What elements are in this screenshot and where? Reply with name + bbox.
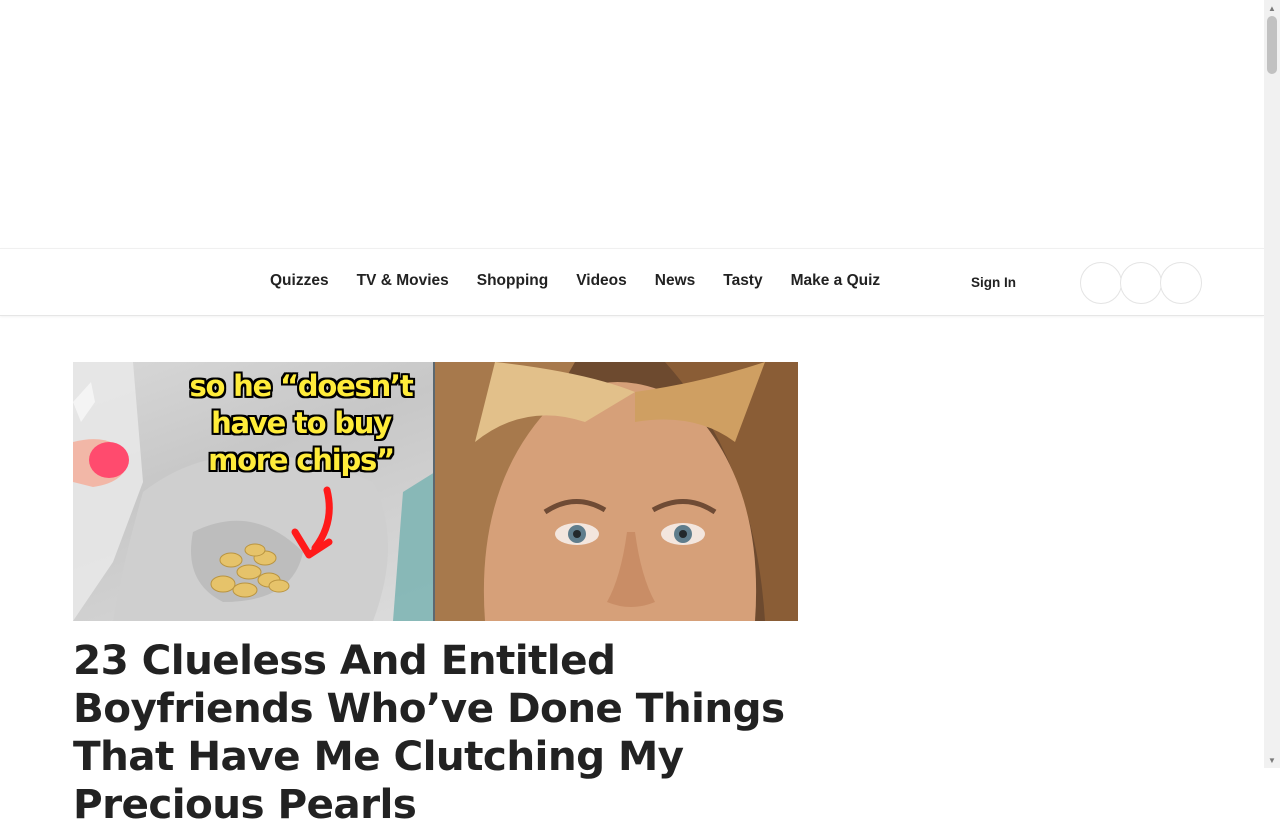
caption-line-2: have to buy: [211, 406, 392, 440]
triangle-down-icon[interactable]: ▼: [1264, 752, 1280, 768]
scrollbar-thumb[interactable]: [1267, 16, 1277, 74]
nav-links: Quizzes TV & Movies Shopping Videos News…: [270, 249, 908, 315]
caption-line-3: more chips”: [208, 443, 395, 477]
article-hero-image[interactable]: so he “doesn’t have to buy more chips”: [73, 362, 798, 621]
nav-item-news[interactable]: News: [655, 272, 696, 290]
nav-item-tv-movies[interactable]: TV & Movies: [357, 272, 449, 290]
header-circle-button-2[interactable]: [1120, 262, 1162, 304]
scrollbar[interactable]: ▲ ▼: [1264, 0, 1280, 768]
sign-in-button[interactable]: Sign In: [971, 275, 1016, 290]
nav-item-make-a-quiz[interactable]: Make a Quiz: [791, 272, 881, 290]
nav-item-shopping[interactable]: Shopping: [477, 272, 548, 290]
chip-bag-photo: so he “doesn’t have to buy more chips”: [73, 362, 435, 621]
ad-space: [0, 0, 1264, 248]
header-icon-buttons: [1080, 262, 1202, 304]
image-caption: so he “doesn’t have to buy more chips”: [181, 368, 421, 479]
nav-item-videos[interactable]: Videos: [576, 272, 627, 290]
caption-line-1: so he “doesn’t: [189, 369, 413, 403]
triangle-up-icon[interactable]: ▲: [1264, 0, 1280, 16]
main-navigation: Quizzes TV & Movies Shopping Videos News…: [0, 248, 1264, 316]
article-title[interactable]: 23 Clueless And Entitled Boyfriends Who’…: [73, 636, 833, 828]
header-circle-button-3[interactable]: [1160, 262, 1202, 304]
header-circle-button-1[interactable]: [1080, 262, 1122, 304]
woman-face-photo: [435, 362, 798, 621]
nav-item-tasty[interactable]: Tasty: [723, 272, 762, 290]
nav-item-quizzes[interactable]: Quizzes: [270, 272, 329, 290]
